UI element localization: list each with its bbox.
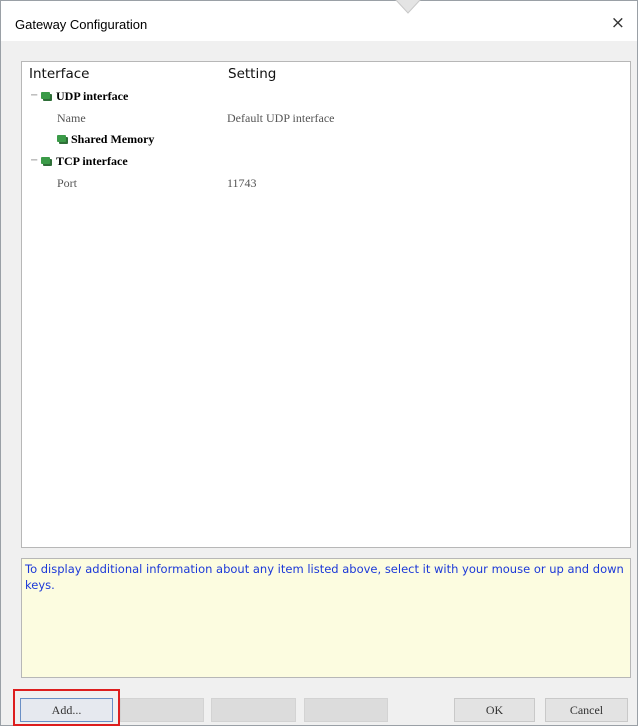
property-value: 11743	[227, 176, 257, 190]
network-adapter-icon	[57, 135, 66, 142]
node-label: Shared Memory	[71, 132, 155, 146]
title-bar: Gateway Configuration ×	[1, 0, 637, 41]
collapse-toggle[interactable]: −	[30, 155, 38, 166]
interface-tree[interactable]: Interface Setting − UDP interface Name D…	[21, 61, 631, 548]
info-panel: To display additional information about …	[21, 558, 631, 678]
decorative-corner-icon	[395, 0, 421, 14]
tree-property-name[interactable]: Name Default UDP interface	[22, 110, 630, 130]
column-header-interface[interactable]: Interface	[29, 66, 89, 82]
collapse-toggle[interactable]: −	[30, 90, 38, 101]
node-label: TCP interface	[56, 154, 128, 168]
property-label: Name	[57, 111, 86, 125]
close-icon[interactable]: ×	[611, 13, 625, 33]
tree-node-udp-interface[interactable]: − UDP interface	[22, 88, 630, 108]
cancel-button[interactable]: Cancel	[545, 698, 628, 722]
network-adapter-icon	[41, 92, 50, 99]
tree-node-tcp-interface[interactable]: − TCP interface	[22, 153, 630, 173]
disabled-button-3	[304, 698, 388, 722]
node-label: UDP interface	[56, 89, 129, 103]
info-text: To display additional information about …	[25, 562, 624, 592]
property-value: Default UDP interface	[227, 111, 335, 125]
property-label: Port	[57, 176, 78, 190]
ok-button[interactable]: OK	[454, 698, 535, 722]
add-button-highlight	[13, 689, 120, 726]
disabled-button-1	[120, 698, 204, 722]
tree-node-shared-memory[interactable]: Shared Memory	[22, 131, 630, 151]
window-title: Gateway Configuration	[15, 17, 148, 32]
tree-property-port[interactable]: Port 11743	[22, 175, 630, 195]
network-adapter-icon	[41, 157, 50, 164]
gateway-configuration-dialog: Gateway Configuration × Interface Settin…	[0, 0, 638, 726]
disabled-button-2	[211, 698, 296, 722]
column-header-setting[interactable]: Setting	[228, 66, 276, 82]
